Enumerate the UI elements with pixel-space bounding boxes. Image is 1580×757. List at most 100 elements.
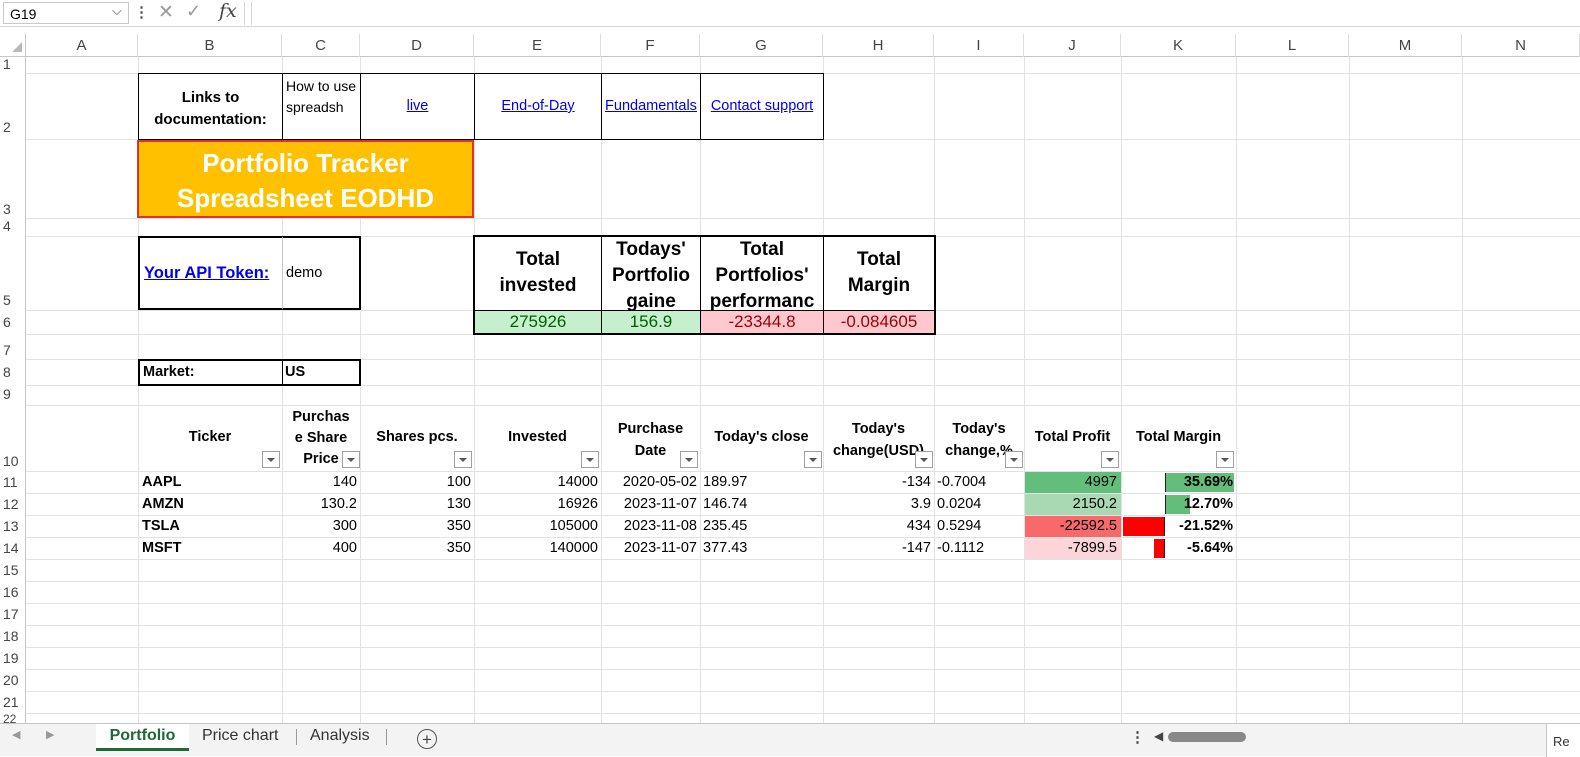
table-cell-margin[interactable]: -21.52%	[1121, 518, 1233, 534]
table-cell-change-usd[interactable]: -134	[823, 474, 931, 490]
api-token-value[interactable]: demo	[282, 236, 361, 310]
filter-dropdown-icon[interactable]	[262, 451, 280, 468]
column-header-j[interactable]: J	[1024, 34, 1121, 57]
row-header-8[interactable]: 8	[0, 364, 25, 380]
link-contact-support[interactable]: Contact support	[711, 98, 813, 114]
table-cell-change-usd[interactable]: 434	[823, 518, 931, 534]
horizontal-scrollbar-thumb[interactable]	[1168, 732, 1246, 742]
table-cell-invested[interactable]: 16926	[474, 496, 598, 512]
table-cell-shares[interactable]: 130	[360, 496, 471, 512]
column-header-i[interactable]: I	[934, 34, 1024, 57]
checkmark-icon[interactable]: ✓	[186, 1, 201, 22]
table-cell-invested[interactable]: 140000	[474, 540, 598, 556]
table-cell-close[interactable]: 377.43	[703, 540, 821, 556]
more-options-icon[interactable]: ⋮	[134, 3, 149, 21]
row-header-9[interactable]: 9	[0, 386, 25, 402]
column-header-b[interactable]: B	[138, 34, 282, 57]
row-header-5[interactable]: 5	[0, 292, 25, 308]
link-end-of-day[interactable]: End-of-Day	[501, 98, 574, 114]
api-token-link[interactable]: Your API Token:	[144, 264, 269, 282]
table-cell-ticker[interactable]: AAPL	[142, 474, 280, 490]
summary-value-total-invested[interactable]: 275926	[475, 310, 601, 333]
table-cell-shares[interactable]: 100	[360, 474, 471, 490]
filter-dropdown-icon[interactable]	[342, 451, 360, 468]
column-header-n[interactable]: N	[1462, 34, 1580, 57]
row-header-12[interactable]: 12	[0, 496, 25, 512]
column-header-c[interactable]: C	[282, 34, 360, 57]
column-header-l[interactable]: L	[1236, 34, 1349, 57]
table-cell-date[interactable]: 2023-11-08	[601, 518, 697, 534]
filter-dropdown-icon[interactable]	[1216, 451, 1234, 468]
tab-price-chart[interactable]: Price chart	[192, 724, 292, 751]
table-cell-ticker[interactable]: TSLA	[142, 518, 280, 534]
table-cell-date[interactable]: 2023-11-07	[601, 496, 697, 512]
filter-dropdown-icon[interactable]	[581, 451, 599, 468]
add-sheet-icon[interactable]: +	[417, 729, 437, 749]
scroll-left-icon[interactable]: ◀	[1154, 729, 1163, 743]
next-sheet-icon[interactable]: ▶	[46, 728, 54, 741]
chevron-down-icon[interactable]: ⌵	[112, 3, 122, 19]
row-header-13[interactable]: 13	[0, 518, 25, 534]
table-cell-invested[interactable]: 14000	[474, 474, 598, 490]
table-cell-margin[interactable]: 12.70%	[1121, 496, 1233, 512]
market-value[interactable]: US	[282, 359, 361, 386]
row-header-16[interactable]: 16	[0, 584, 25, 600]
table-cell-price[interactable]: 300	[282, 518, 357, 534]
column-header-k[interactable]: K	[1121, 34, 1236, 57]
row-header-7[interactable]: 7	[0, 342, 25, 358]
column-header-a[interactable]: A	[26, 34, 138, 57]
table-cell-date[interactable]: 2020-05-02	[601, 474, 697, 490]
filter-dropdown-icon[interactable]	[1101, 451, 1119, 468]
table-cell-change-pct[interactable]: 0.0204	[937, 496, 1022, 512]
previous-sheet-icon[interactable]: ◀	[12, 728, 20, 741]
row-header-3[interactable]: 3	[0, 201, 25, 217]
filter-dropdown-icon[interactable]	[804, 451, 822, 468]
column-header-g[interactable]: G	[700, 34, 823, 57]
more-options-icon[interactable]: ⋮	[1130, 728, 1145, 746]
row-header-1[interactable]: 1	[0, 56, 25, 72]
table-cell-invested[interactable]: 105000	[474, 518, 598, 534]
row-header-2[interactable]: 2	[0, 119, 25, 135]
summary-value-todays-gain[interactable]: 156.9	[601, 310, 700, 333]
link-fundamentals[interactable]: Fundamentals	[605, 98, 697, 114]
column-header-e[interactable]: E	[474, 34, 601, 57]
column-header-h[interactable]: H	[823, 34, 934, 57]
link-live[interactable]: live	[407, 98, 429, 114]
row-header-17[interactable]: 17	[0, 606, 25, 622]
table-cell-ticker[interactable]: AMZN	[142, 496, 280, 512]
table-cell-profit[interactable]: -22592.5	[1025, 516, 1121, 537]
table-cell-change-pct[interactable]: -0.7004	[937, 474, 1022, 490]
tab-portfolio[interactable]: Portfolio	[96, 724, 189, 751]
table-cell-change-pct[interactable]: -0.1112	[937, 540, 1022, 556]
column-header-m[interactable]: M	[1349, 34, 1462, 57]
table-cell-price[interactable]: 130.2	[282, 496, 357, 512]
row-header-14[interactable]: 14	[0, 540, 25, 556]
tab-analysis[interactable]: Analysis	[300, 724, 384, 751]
filter-dropdown-icon[interactable]	[915, 451, 933, 468]
table-cell-shares[interactable]: 350	[360, 518, 471, 534]
table-cell-margin[interactable]: 35.69%	[1121, 474, 1233, 490]
table-cell-ticker[interactable]: MSFT	[142, 540, 280, 556]
table-cell-price[interactable]: 400	[282, 540, 357, 556]
formula-input[interactable]	[251, 2, 1580, 25]
table-cell-change-usd[interactable]: -147	[823, 540, 931, 556]
table-cell-date[interactable]: 2023-11-07	[601, 540, 697, 556]
row-header-19[interactable]: 19	[0, 650, 25, 666]
row-header-6[interactable]: 6	[0, 314, 25, 330]
row-header-22[interactable]: 22	[0, 712, 25, 723]
summary-value-total-margin[interactable]: -0.084605	[823, 310, 934, 333]
table-cell-change-pct[interactable]: 0.5294	[937, 518, 1022, 534]
column-header-d[interactable]: D	[360, 34, 474, 57]
insert-function-icon[interactable]: fx	[219, 0, 237, 22]
row-header-21[interactable]: 21	[0, 694, 25, 710]
table-cell-close[interactable]: 189.97	[703, 474, 821, 490]
row-header-18[interactable]: 18	[0, 628, 25, 644]
filter-dropdown-icon[interactable]	[680, 451, 698, 468]
table-cell-margin[interactable]: -5.64%	[1121, 540, 1233, 556]
filter-dropdown-icon[interactable]	[1005, 451, 1023, 468]
cancel-icon[interactable]: ✕	[158, 1, 174, 24]
row-header-15[interactable]: 15	[0, 562, 25, 578]
summary-value-total-performance[interactable]: -23344.8	[700, 310, 823, 333]
row-header-4[interactable]: 4	[0, 218, 25, 234]
name-box[interactable]: G19 ⌵	[3, 2, 129, 24]
